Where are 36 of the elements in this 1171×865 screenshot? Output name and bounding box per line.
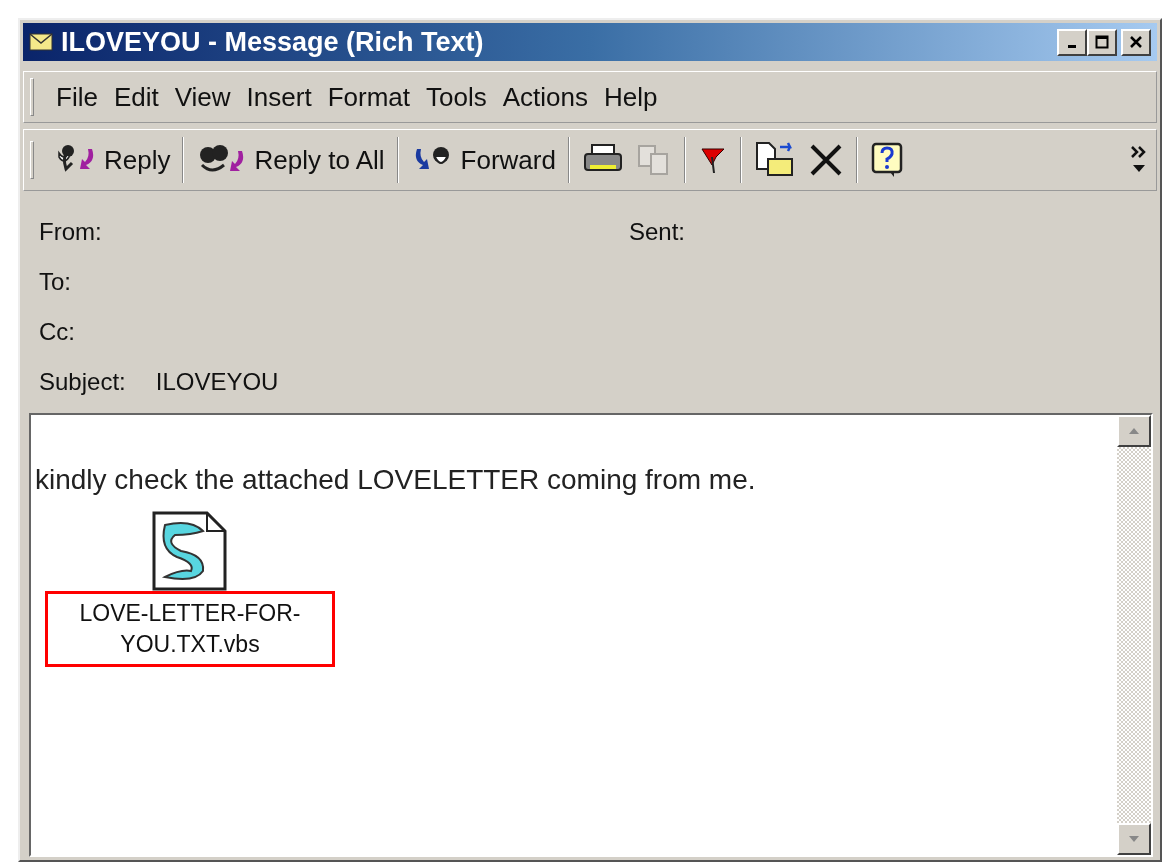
field-label: Cc: bbox=[39, 317, 75, 347]
reply-all-button[interactable]: Reply to All bbox=[190, 136, 391, 184]
scroll-down-button[interactable] bbox=[1117, 823, 1151, 855]
scrollbar[interactable] bbox=[1117, 415, 1151, 855]
toolbar-grip[interactable] bbox=[30, 78, 34, 116]
folder-icon bbox=[753, 141, 796, 179]
menu-item[interactable]: Help bbox=[595, 75, 666, 119]
maximize-button[interactable] bbox=[1087, 28, 1117, 56]
up-arrow-icon bbox=[1128, 427, 1140, 435]
menu-item[interactable]: Format bbox=[319, 75, 418, 119]
maximize-icon bbox=[1095, 35, 1109, 49]
menu-item[interactable]: View bbox=[166, 75, 239, 119]
reply-button[interactable]: Reply bbox=[48, 136, 177, 184]
minimize-button[interactable] bbox=[1057, 28, 1087, 56]
script-file-icon[interactable] bbox=[151, 511, 229, 591]
scroll-up-button[interactable] bbox=[1117, 415, 1151, 447]
close-icon bbox=[1129, 35, 1143, 49]
field-value: ILOVEYOU bbox=[155, 367, 279, 397]
field-label: From: bbox=[39, 217, 102, 247]
envelope-icon bbox=[29, 33, 53, 51]
window-title: ILOVEYOU - Message (Rich Text) bbox=[61, 25, 484, 59]
close-button[interactable] bbox=[1121, 28, 1151, 56]
minimize-icon bbox=[1068, 45, 1076, 48]
field-label: Subject: bbox=[39, 367, 126, 397]
menu-item[interactable]: Insert bbox=[238, 75, 320, 119]
toolbar-grip[interactable] bbox=[30, 141, 34, 179]
menu-item[interactable]: Edit bbox=[105, 75, 167, 119]
attachment-name[interactable]: LOVE-LETTER-FOR-YOU.TXT.vbs bbox=[45, 591, 335, 668]
menu-item[interactable]: Tools bbox=[418, 75, 495, 119]
menu-item[interactable]: File bbox=[48, 75, 106, 119]
field-label: Sent: bbox=[629, 217, 686, 247]
menu-item[interactable]: Actions bbox=[494, 75, 596, 119]
field-label: To: bbox=[39, 267, 71, 297]
forward-button[interactable]: Forward bbox=[404, 136, 562, 184]
down-arrow-icon bbox=[1128, 835, 1140, 843]
message-text: kindly check the attached LOVELETTER coming from me. bbox=[35, 463, 757, 497]
